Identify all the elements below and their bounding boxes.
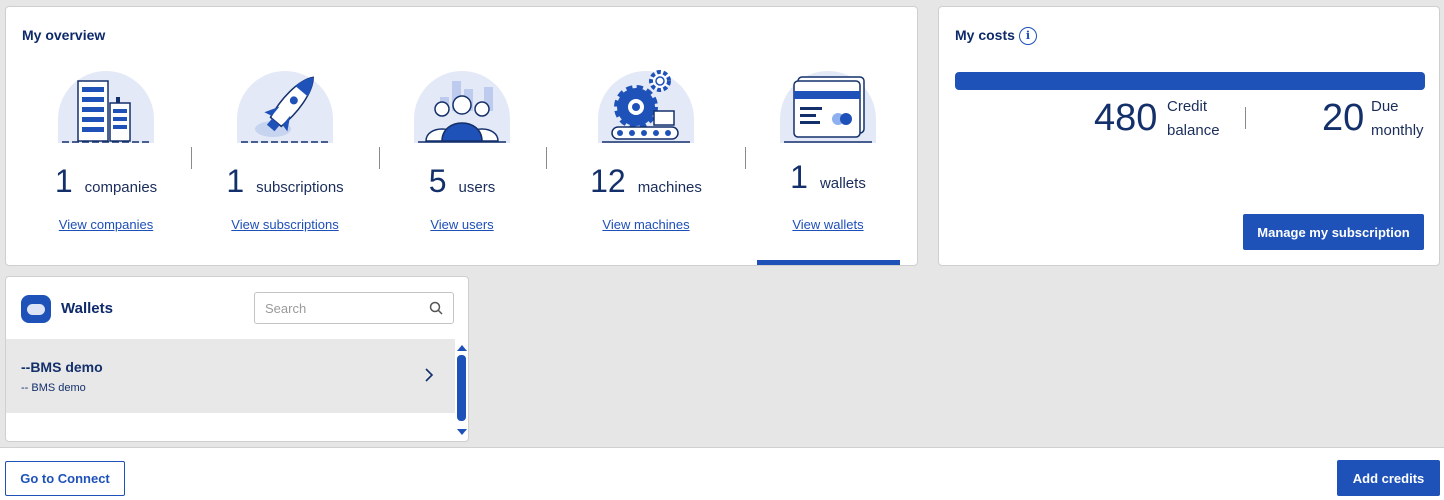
scrollbar-thumb[interactable]	[457, 355, 466, 421]
wallet-logo-icon	[21, 295, 51, 323]
chevron-right-icon[interactable]	[424, 367, 434, 383]
costs-divider	[1245, 107, 1246, 129]
buildings-icon	[56, 67, 156, 147]
manage-subscription-button[interactable]: Manage my subscription	[1243, 214, 1424, 250]
rocket-icon	[235, 67, 335, 147]
wallet-list-item[interactable]: --BMS demo -- BMS demo	[6, 339, 455, 413]
wallets-panel: Wallets --BMS demo -- BMS demo	[5, 276, 469, 442]
due-label-line2: monthly	[1371, 122, 1424, 139]
view-machines-link[interactable]: View machines	[556, 217, 736, 232]
wallet-search-input[interactable]	[265, 299, 425, 317]
wallet-list-scrollbar[interactable]	[455, 339, 469, 441]
credit-label-line2: balance	[1167, 122, 1220, 139]
scroll-up-icon[interactable]	[455, 343, 469, 353]
due-monthly-value: 20	[1322, 97, 1365, 139]
credit-label-line1: Credit	[1167, 98, 1208, 115]
due-monthly-label: Due monthly	[1371, 95, 1424, 143]
gear-machine-icon	[596, 67, 696, 147]
due-label-line1: Due	[1371, 98, 1399, 115]
subscriptions-count: 1	[226, 163, 245, 199]
subscriptions-label: subscriptions	[256, 179, 344, 196]
credit-usage-bar	[955, 72, 1425, 90]
overview-item-subscriptions: 1 subscriptions View subscriptions	[195, 67, 375, 232]
users-count: 5	[428, 163, 447, 199]
overview-item-wallets: 1 wallets View wallets	[738, 67, 918, 232]
overview-item-users: 5 users View users	[372, 67, 552, 232]
machines-count: 12	[590, 163, 626, 199]
costs-card: My costs i 480 Credit balance 20 Due mon…	[938, 6, 1440, 266]
wallet-item-subtitle: -- BMS demo	[21, 382, 86, 394]
wallet-card-icon	[778, 67, 878, 147]
scroll-down-icon[interactable]	[455, 427, 469, 437]
search-icon[interactable]	[429, 301, 443, 315]
users-label: users	[458, 179, 496, 196]
users-icon	[412, 67, 512, 147]
wallet-search	[254, 292, 454, 324]
add-credits-button[interactable]: Add credits	[1337, 460, 1440, 496]
overview-item-companies: 1 companies View companies	[16, 67, 196, 232]
credit-balance-value: 480	[1094, 97, 1158, 139]
footer-bar: Go to Connect Add credits	[0, 447, 1444, 500]
overview-card: My overview 1 companies View companies 1…	[5, 6, 918, 266]
overview-divider	[546, 147, 547, 169]
go-to-connect-button[interactable]: Go to Connect	[5, 461, 125, 496]
companies-label: companies	[84, 179, 158, 196]
credit-balance-label: Credit balance	[1167, 95, 1220, 143]
costs-title: My costs	[955, 27, 1015, 43]
overview-item-machines: 12 machines View machines	[556, 67, 736, 232]
info-icon[interactable]: i	[1019, 27, 1037, 45]
wallet-item-name: --BMS demo	[21, 359, 103, 375]
view-users-link[interactable]: View users	[372, 217, 552, 232]
wallets-count: 1	[790, 159, 808, 195]
view-subscriptions-link[interactable]: View subscriptions	[195, 217, 375, 232]
view-companies-link[interactable]: View companies	[16, 217, 196, 232]
machines-label: machines	[637, 179, 702, 196]
wallets-label: wallets	[819, 175, 866, 192]
wallets-title: Wallets	[61, 300, 113, 317]
view-wallets-link[interactable]: View wallets	[738, 217, 918, 232]
overview-title: My overview	[22, 27, 106, 43]
overview-divider	[191, 147, 192, 169]
companies-count: 1	[54, 163, 73, 199]
active-tab-indicator	[757, 260, 900, 265]
